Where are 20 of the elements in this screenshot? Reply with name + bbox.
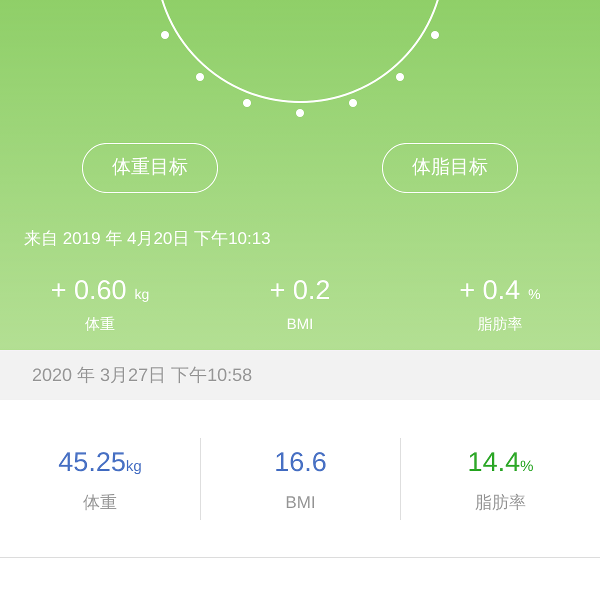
metric-value: 14.4	[468, 446, 520, 478]
change-value: + 0.2	[270, 274, 330, 306]
unit-label: kg	[126, 456, 142, 476]
metric-label: BMI	[286, 315, 314, 335]
metric-label: 脂肪率	[475, 492, 526, 514]
record-date: 2020 年 3月27日 下午10:58	[32, 364, 252, 386]
change-value: + 0.60	[50, 274, 127, 306]
source-date: 来自 2019 年 4月20日 下午10:13	[24, 228, 271, 250]
goal-button[interactable]: 体重目标	[82, 143, 218, 193]
metric-label: 体重	[85, 315, 115, 335]
unit-label: %	[520, 456, 534, 476]
change-value: + 0.4	[459, 274, 520, 306]
metric-value: 45.25	[58, 446, 126, 478]
metric-label: 脂肪率	[478, 315, 522, 335]
unit-label: %	[528, 284, 541, 304]
metric-label: 体重	[83, 492, 117, 514]
goal-button[interactable]: 体脂目标	[382, 143, 518, 193]
unit-label: kg	[134, 284, 150, 304]
metric-value: 16.6	[274, 446, 327, 478]
metric-label: BMI	[285, 492, 316, 514]
